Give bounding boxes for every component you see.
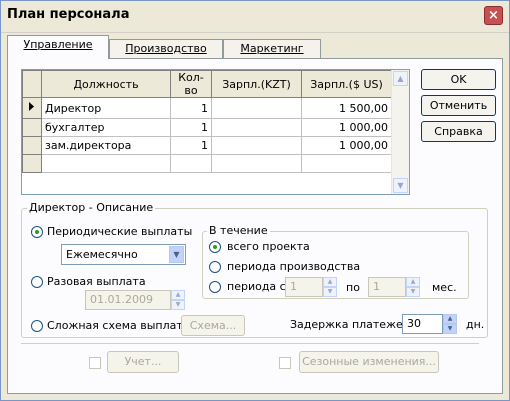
tab-production[interactable]: Производство — [109, 39, 223, 58]
cell-salary-usd[interactable]: 1 000,00 — [301, 136, 392, 155]
scheme-button[interactable]: Схема... — [181, 315, 245, 336]
column-header-qty[interactable]: Кол-во — [170, 70, 212, 98]
stepper-down-icon[interactable]: ▼ — [323, 287, 337, 297]
cell-qty[interactable]: 1 — [170, 97, 212, 119]
tab-label: Маркетинг — [240, 42, 304, 55]
months-label: мес. — [432, 281, 457, 294]
cell-salary-usd[interactable]: 1 500,00 — [301, 97, 392, 119]
tab-label: Управление — [23, 38, 93, 51]
row-indicator — [22, 136, 42, 155]
periodic-payments-radio[interactable] — [31, 226, 43, 238]
ok-button[interactable]: OK — [421, 69, 496, 90]
complex-scheme-label: Сложная схема выплат — [47, 319, 183, 332]
close-button[interactable]: × — [484, 6, 503, 25]
whole-project-radio[interactable] — [209, 241, 221, 253]
period-from-stepper[interactable]: ▲ ▼ — [323, 277, 337, 297]
cell-position[interactable]: бухгалтер — [41, 118, 171, 137]
table-row[interactable]: зам.директора 1 1 000,00 — [22, 136, 392, 155]
window-title: План персонала — [7, 7, 130, 22]
scroll-down-icon[interactable]: ▼ — [393, 178, 408, 193]
cell-qty[interactable]: 1 — [170, 136, 212, 155]
date-stepper[interactable]: ▲ ▼ — [171, 290, 185, 310]
staff-grid[interactable]: Должность Кол-во Зарпл.(KZT) Зарпл.($ US… — [21, 69, 410, 195]
tab-management[interactable]: Управление — [7, 35, 109, 59]
stepper-up-icon[interactable]: ▲ — [171, 290, 185, 300]
cell-empty[interactable] — [170, 154, 212, 173]
cell-empty[interactable] — [41, 154, 171, 173]
table-header-row: Должность Кол-во Зарпл.(KZT) Зарпл.($ US… — [22, 70, 392, 98]
whole-project-label: всего проекта — [227, 240, 310, 253]
periodic-payments-label: Периодические выплаты — [47, 225, 193, 238]
row-indicator — [22, 118, 42, 137]
cell-position[interactable]: зам.директора — [41, 136, 171, 155]
frequency-select[interactable]: Ежемесячно ▼ — [61, 244, 186, 265]
bottom-divider — [21, 343, 479, 344]
payment-delay-unit: дн. — [466, 318, 485, 331]
seasonal-checkbox[interactable] — [279, 357, 291, 369]
stepper-up-icon[interactable]: ▲ — [443, 314, 457, 324]
during-group-title: В течение — [207, 224, 270, 237]
cell-qty[interactable]: 1 — [170, 118, 212, 137]
stepper-up-icon[interactable]: ▲ — [406, 277, 420, 287]
cell-position[interactable]: Директор — [41, 97, 171, 119]
period-to-label: по — [346, 281, 360, 294]
cell-salary-kzt[interactable] — [211, 97, 302, 119]
tab-marketing[interactable]: Маркетинг — [223, 39, 321, 58]
row-indicator — [22, 154, 42, 173]
row-indicator — [22, 97, 42, 119]
one-time-payment-label: Разовая выплата — [47, 275, 146, 288]
cell-salary-kzt[interactable] — [211, 136, 302, 155]
stepper-up-icon[interactable]: ▲ — [323, 277, 337, 287]
stepper-down-icon[interactable]: ▼ — [443, 324, 457, 334]
cell-salary-kzt[interactable] — [211, 118, 302, 137]
period-from-field[interactable]: 1 — [285, 277, 323, 297]
tab-label: Производство — [125, 42, 207, 55]
stepper-down-icon[interactable]: ▼ — [171, 300, 185, 310]
seasonal-changes-button[interactable]: Сезонные изменения... — [299, 351, 439, 373]
complex-scheme-radio[interactable] — [31, 320, 43, 332]
payment-delay-field[interactable]: 30 — [402, 314, 443, 334]
column-header-salary-kzt[interactable]: Зарпл.(KZT) — [211, 70, 302, 98]
payment-delay-label: Задержка платежей: — [290, 318, 414, 331]
column-header-salary-usd[interactable]: Зарпл.($ US) — [301, 70, 392, 98]
table-row[interactable]: бухгалтер 1 1 000,00 — [22, 118, 392, 137]
one-time-payment-radio[interactable] — [31, 276, 43, 288]
payment-delay-stepper[interactable]: ▲ ▼ — [443, 314, 457, 334]
period-to-field[interactable]: 1 — [368, 277, 406, 297]
help-button[interactable]: Справка — [421, 121, 496, 142]
period-to-stepper[interactable]: ▲ ▼ — [406, 277, 420, 297]
custom-period-radio[interactable] — [209, 281, 221, 293]
table-row[interactable]: Директор 1 1 500,00 — [22, 97, 392, 119]
cell-empty[interactable] — [211, 154, 302, 173]
accounting-button[interactable]: Учет... — [107, 351, 179, 373]
scroll-up-icon[interactable]: ▲ — [393, 71, 408, 86]
accounting-checkbox[interactable] — [89, 357, 101, 369]
staff-table: Должность Кол-во Зарпл.(KZT) Зарпл.($ US… — [22, 70, 392, 173]
chevron-down-icon[interactable]: ▼ — [169, 246, 184, 263]
custom-period-label: периода с — [227, 280, 286, 293]
cell-empty[interactable] — [301, 154, 392, 173]
dialog-window: План персонала × Управление Производство… — [0, 0, 510, 401]
title-bar: План персонала × — [1, 1, 509, 33]
cell-salary-usd[interactable]: 1 000,00 — [301, 118, 392, 137]
production-period-radio[interactable] — [209, 261, 221, 273]
tab-strip: Управление Производство Маркетинг — [1, 35, 509, 59]
row-indicator-header — [22, 70, 42, 98]
frequency-value: Ежемесячно — [66, 248, 138, 261]
grid-scrollbar[interactable]: ▲ ▼ — [391, 70, 409, 194]
description-group-title: Директор - Описание — [27, 201, 156, 214]
one-time-date-field[interactable]: 01.01.2009 — [85, 290, 171, 310]
cancel-button[interactable]: Отменить — [421, 95, 496, 116]
column-header-position[interactable]: Должность — [41, 70, 171, 98]
table-row-empty[interactable] — [22, 154, 392, 173]
production-period-label: периода производства — [227, 260, 361, 273]
stepper-down-icon[interactable]: ▼ — [406, 287, 420, 297]
current-row-arrow-icon — [29, 102, 34, 111]
